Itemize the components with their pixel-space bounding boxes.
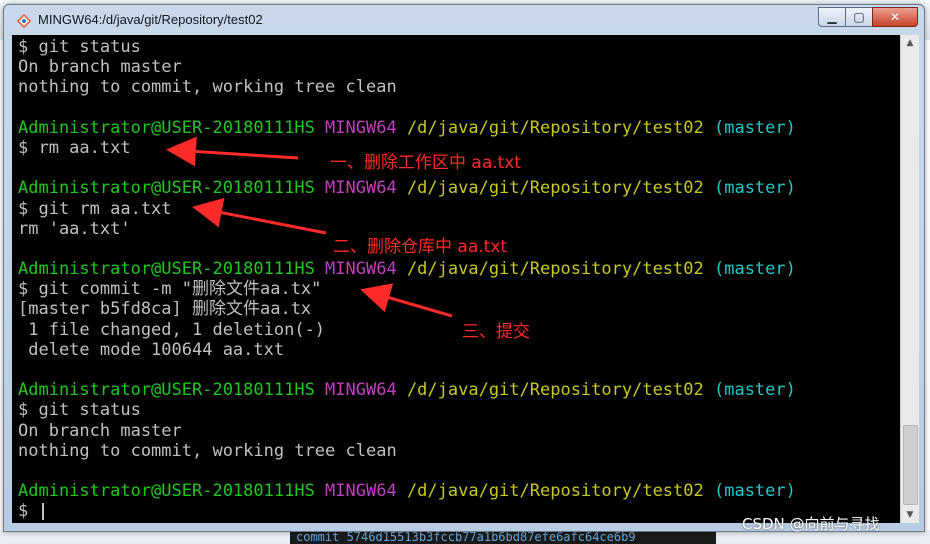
terminal-line: $ git status xyxy=(18,37,796,57)
maximize-button[interactable]: ▢ xyxy=(845,7,873,27)
terminal-lines: $ git status On branch master nothing to c… xyxy=(18,37,796,522)
terminal-text-segment: (master) xyxy=(713,380,796,401)
minimize-button[interactable]: ▁ xyxy=(818,7,846,27)
terminal-text-segment: $ git rm aa.txt xyxy=(18,198,172,219)
minimize-icon: ▁ xyxy=(827,10,837,24)
terminal-line: nothing to commit, working tree clean xyxy=(18,441,796,461)
terminal-text-segment: MINGW64 xyxy=(325,259,407,280)
git-bash-icon xyxy=(17,14,31,28)
terminal-text-segment: $ git status xyxy=(18,37,141,57)
terminal-text-segment: (master) xyxy=(713,178,796,199)
terminal-line: delete mode 100644 aa.txt xyxy=(18,340,796,360)
window-controls: ▁ ▢ ✕ xyxy=(818,7,918,27)
terminal-text-segment: delete mode 100644 aa.txt xyxy=(18,339,285,360)
text-cursor xyxy=(42,502,45,520)
terminal-line: $ git commit -m "删除文件aa.tx" xyxy=(18,279,796,299)
terminal-line: On branch master xyxy=(18,57,796,77)
terminal-line: Administrator@USER-20180111HS MINGW64 /d… xyxy=(18,178,796,198)
background-right-strip xyxy=(925,40,930,530)
terminal-text-segment: MINGW64 xyxy=(325,117,407,138)
terminal-line: $ git status xyxy=(18,400,796,420)
terminal-text-segment: nothing to commit, working tree clean xyxy=(18,440,397,461)
terminal-text-segment: $ git status xyxy=(18,400,141,421)
annotation-step1: 一、删除工作区中 aa.txt xyxy=(330,153,522,173)
scroll-down-icon[interactable]: ▼ xyxy=(901,507,919,523)
terminal-output[interactable]: $ git status On branch master nothing to c… xyxy=(12,35,900,523)
terminal-text-segment: MINGW64 xyxy=(325,178,407,199)
title-bar[interactable]: MINGW64:/d/java/git/Repository/test02 ▁ … xyxy=(4,5,924,35)
terminal-line: [master b5fd8ca] 删除文件aa.tx xyxy=(18,299,796,319)
window-title: MINGW64:/d/java/git/Repository/test02 xyxy=(38,12,263,27)
close-button[interactable]: ✕ xyxy=(872,7,918,27)
vertical-scrollbar[interactable]: ▲ ▼ xyxy=(900,35,919,523)
git-bash-window[interactable]: MINGW64:/d/java/git/Repository/test02 ▁ … xyxy=(3,4,925,532)
terminal-line: Administrator@USER-20180111HS MINGW64 /d… xyxy=(18,481,796,501)
terminal-text-segment: /d/java/git/Repository/test02 xyxy=(406,259,714,280)
terminal-line: Administrator@USER-20180111HS MINGW64 /d… xyxy=(18,259,796,279)
terminal-line: 1 file changed, 1 deletion(-) xyxy=(18,320,796,340)
maximize-icon: ▢ xyxy=(853,10,865,24)
terminal-line: nothing to commit, working tree clean xyxy=(18,77,796,97)
terminal-text-segment: (master) xyxy=(713,259,796,280)
terminal-text-segment: On branch master xyxy=(18,420,182,441)
terminal-line: $ git rm aa.txt xyxy=(18,199,796,219)
terminal-text-segment: $ rm aa.txt xyxy=(18,137,131,158)
terminal-text-segment: nothing to commit, working tree clean xyxy=(18,77,397,98)
terminal-text-segment: $ xyxy=(18,501,39,522)
terminal-text-segment: On branch master xyxy=(18,57,182,78)
terminal-line: Administrator@USER-20180111HS MINGW64 /d… xyxy=(18,380,796,400)
csdn-watermark: CSDN @向前与寻找 xyxy=(742,515,880,533)
terminal-text-segment: (master) xyxy=(713,481,796,502)
close-icon: ✕ xyxy=(889,10,901,24)
terminal-text-segment: MINGW64 xyxy=(325,481,407,502)
terminal-text-segment: /d/java/git/Repository/test02 xyxy=(406,380,714,401)
background-terminal-strip: commit 5746d15513b3fccb77a1b6bd87efe6afc… xyxy=(290,530,716,544)
terminal-text-segment: Administrator@USER-20180111HS xyxy=(18,117,326,138)
terminal-line: Administrator@USER-20180111HS MINGW64 /d… xyxy=(18,118,796,138)
terminal-text-segment: Administrator@USER-20180111HS xyxy=(18,481,326,502)
terminal-text-segment: /d/java/git/Repository/test02 xyxy=(406,178,714,199)
terminal-text-segment: [master b5fd8ca] 删除文件aa.tx xyxy=(18,299,312,320)
terminal-text-segment: $ git commit -m "删除文件aa.tx" xyxy=(18,279,322,300)
terminal-text-segment: Administrator@USER-20180111HS xyxy=(18,178,326,199)
annotation-step2: 二、删除仓库中 aa.txt xyxy=(333,237,508,257)
terminal-text-segment: Administrator@USER-20180111HS xyxy=(18,380,326,401)
terminal-text-segment: /d/java/git/Repository/test02 xyxy=(406,117,714,138)
terminal-line: On branch master xyxy=(18,421,796,441)
terminal-text-segment: /d/java/git/Repository/test02 xyxy=(406,481,714,502)
terminal-text-segment: MINGW64 xyxy=(325,380,407,401)
scrollbar-thumb[interactable] xyxy=(903,425,918,505)
terminal-text-segment: Administrator@USER-20180111HS xyxy=(18,259,326,280)
scroll-up-icon[interactable]: ▲ xyxy=(901,35,919,51)
terminal-text-segment: (master) xyxy=(713,117,796,138)
annotation-step3: 三、提交 xyxy=(462,322,530,342)
terminal-text-segment: rm 'aa.txt' xyxy=(18,218,131,239)
terminal-line: $ xyxy=(18,501,796,521)
terminal-text-segment: 1 file changed, 1 deletion(-) xyxy=(18,319,326,340)
